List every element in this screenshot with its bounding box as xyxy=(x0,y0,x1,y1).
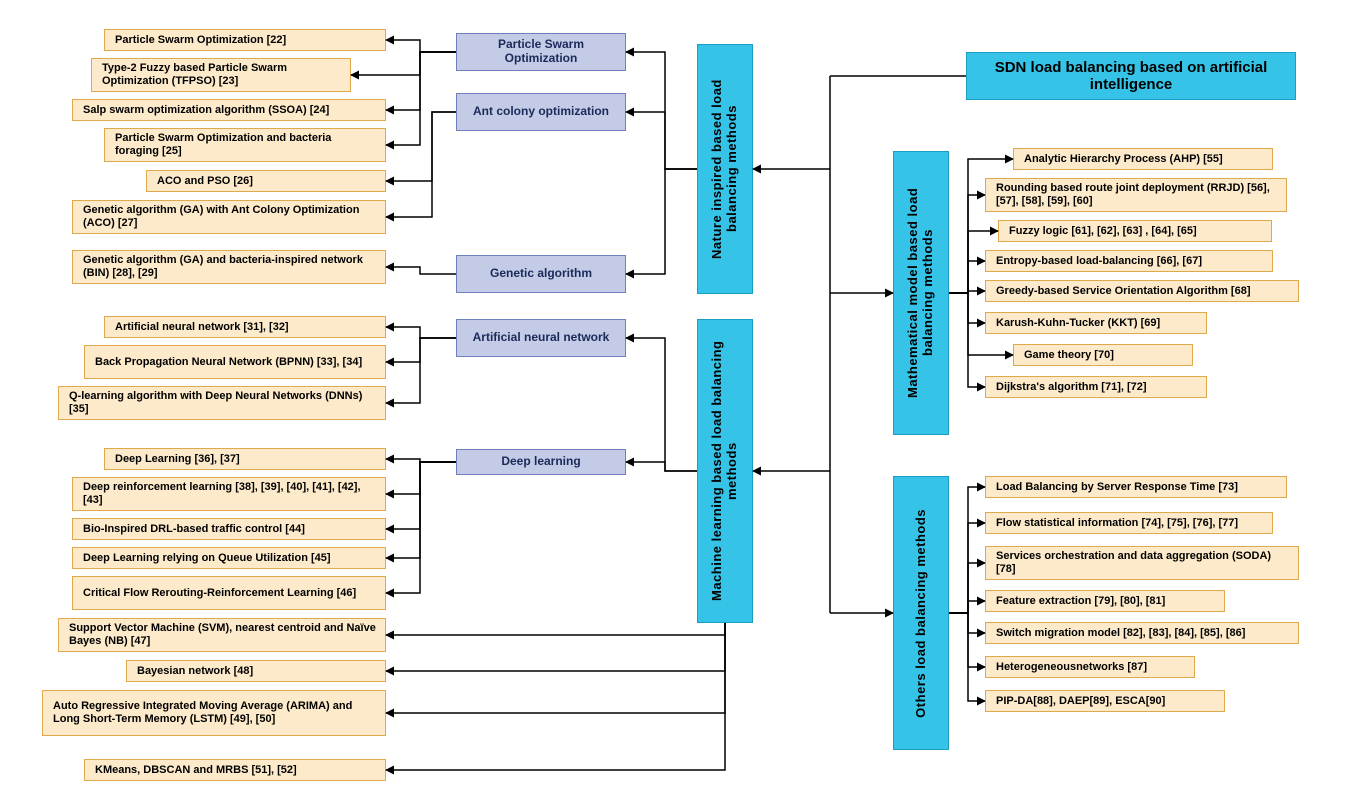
leaf-dl3: Bio-Inspired DRL-based traffic control [… xyxy=(72,518,386,540)
leaf-math1: Analytic Hierarchy Process (AHP) [55] xyxy=(1013,148,1273,170)
leaf-oth2: Flow statistical information [74], [75],… xyxy=(985,512,1273,534)
leaf-ann2: Back Propagation Neural Network (BPNN) [… xyxy=(84,345,386,379)
leaf-dl2: Deep reinforcement learning [38], [39], … xyxy=(72,477,386,511)
leaf-ga1: Genetic algorithm (GA) and bacteria-insp… xyxy=(72,250,386,284)
leaf-oth4: Feature extraction [79], [80], [81] xyxy=(985,590,1225,612)
leaf-dl4: Deep Learning relying on Queue Utilizati… xyxy=(72,547,386,569)
leaf-math5: Greedy-based Service Orientation Algorit… xyxy=(985,280,1299,302)
category-others: Others load balancing methods xyxy=(893,476,949,750)
sub-aco: Ant colony optimization xyxy=(456,93,626,131)
leaf-pso4: Particle Swarm Optimization and bacteria… xyxy=(104,128,386,162)
leaf-ml2: Bayesian network [48] xyxy=(126,660,386,682)
leaf-aco1: ACO and PSO [26] xyxy=(146,170,386,192)
category-ml-label: Machine learning based load balancing me… xyxy=(710,324,740,618)
leaf-ann3: Q-learning algorithm with Deep Neural Ne… xyxy=(58,386,386,420)
category-math-label: Mathematical model based load balancing … xyxy=(906,156,936,430)
sub-dl: Deep learning xyxy=(456,449,626,475)
leaf-math8: Dijkstra's algorithm [71], [72] xyxy=(985,376,1207,398)
category-nature-label: Nature inspired based load balancing met… xyxy=(710,49,740,289)
category-ml: Machine learning based load balancing me… xyxy=(697,319,753,623)
leaf-pso1: Particle Swarm Optimization [22] xyxy=(104,29,386,51)
leaf-oth3: Services orchestration and data aggregat… xyxy=(985,546,1299,580)
leaf-dl5: Critical Flow Rerouting-Reinforcement Le… xyxy=(72,576,386,610)
category-math: Mathematical model based load balancing … xyxy=(893,151,949,435)
leaf-ml4: KMeans, DBSCAN and MRBS [51], [52] xyxy=(84,759,386,781)
leaf-math4: Entropy-based load-balancing [66], [67] xyxy=(985,250,1273,272)
leaf-ml1: Support Vector Machine (SVM), nearest ce… xyxy=(58,618,386,652)
sub-ga: Genetic algorithm xyxy=(456,255,626,293)
category-nature: Nature inspired based load balancing met… xyxy=(697,44,753,294)
sub-ann: Artificial neural network xyxy=(456,319,626,357)
leaf-ann1: Artificial neural network [31], [32] xyxy=(104,316,386,338)
leaf-aco2: Genetic algorithm (GA) with Ant Colony O… xyxy=(72,200,386,234)
leaf-dl1: Deep Learning [36], [37] xyxy=(104,448,386,470)
leaf-pso2: Type-2 Fuzzy based Particle Swarm Optimi… xyxy=(91,58,351,92)
leaf-math2: Rounding based route joint deployment (R… xyxy=(985,178,1287,212)
leaf-math3: Fuzzy logic [61], [62], [63] , [64], [65… xyxy=(998,220,1272,242)
leaf-math6: Karush-Kuhn-Tucker (KKT) [69] xyxy=(985,312,1207,334)
leaf-oth6: Heterogeneousnetworks [87] xyxy=(985,656,1195,678)
leaf-oth7: PIP-DA[88], DAEP[89], ESCA[90] xyxy=(985,690,1225,712)
leaf-oth5: Switch migration model [82], [83], [84],… xyxy=(985,622,1299,644)
leaf-oth1: Load Balancing by Server Response Time [… xyxy=(985,476,1287,498)
root-title: SDN load balancing based on artificial i… xyxy=(966,52,1296,100)
sub-pso: Particle Swarm Optimization xyxy=(456,33,626,71)
leaf-math7: Game theory [70] xyxy=(1013,344,1193,366)
category-others-label: Others load balancing methods xyxy=(914,509,929,718)
leaf-ml3: Auto Regressive Integrated Moving Averag… xyxy=(42,690,386,736)
leaf-pso3: Salp swarm optimization algorithm (SSOA)… xyxy=(72,99,386,121)
diagram-stage: SDN load balancing based on artificial i… xyxy=(0,0,1371,811)
